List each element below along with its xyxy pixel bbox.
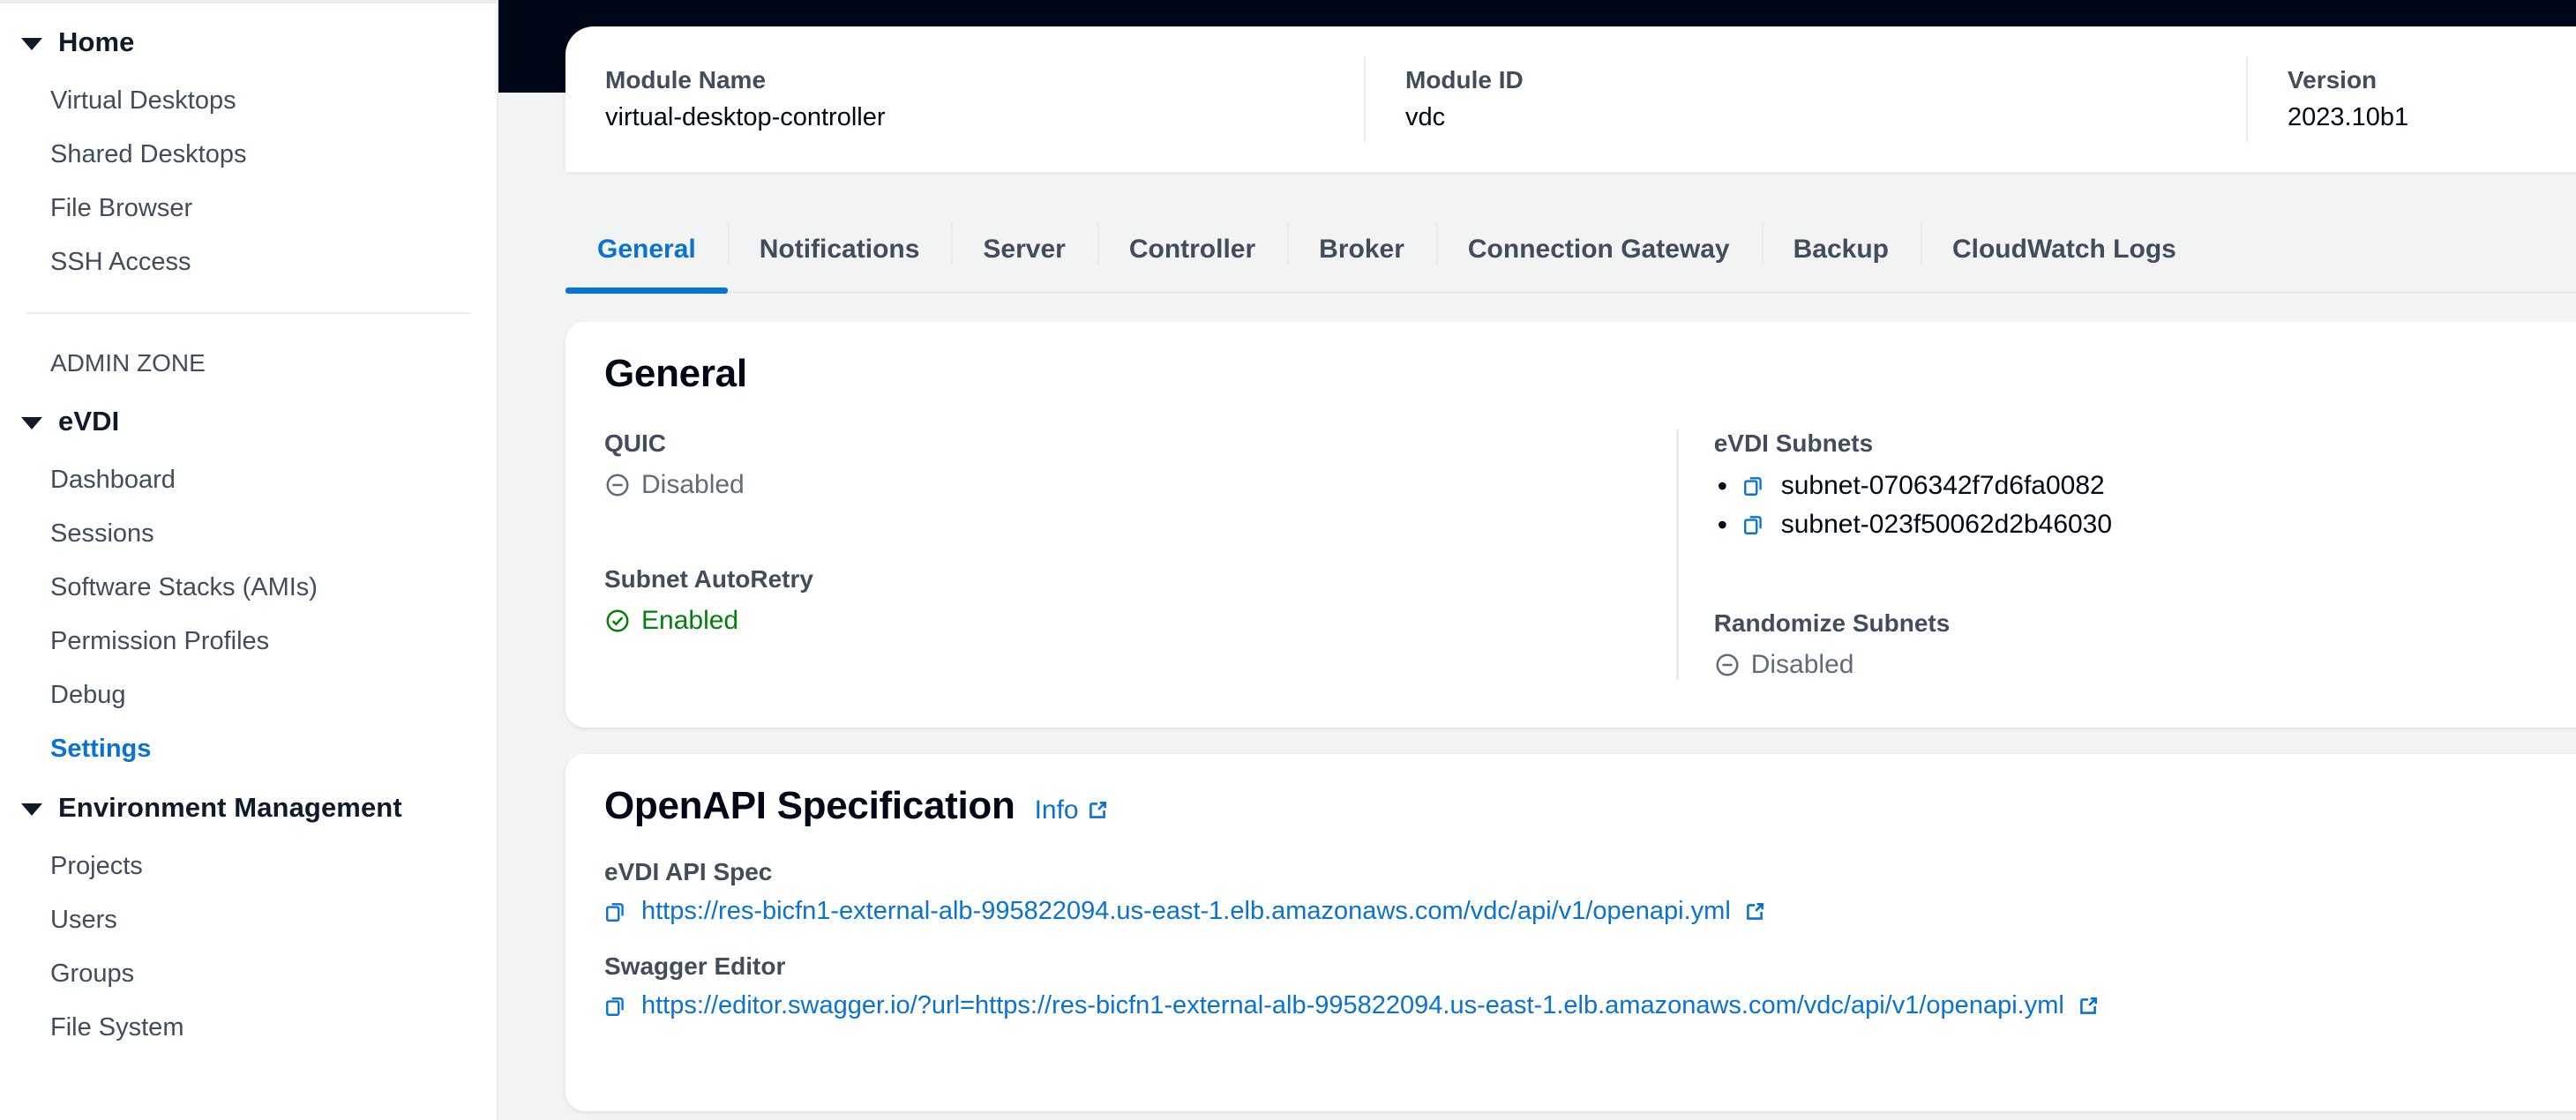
sidebar-top-divider [0, 0, 497, 4]
module-name-value: virtual-desktop-controller [605, 103, 886, 131]
caret-down-icon [21, 803, 42, 816]
sidebar-item-file-browser[interactable]: File Browser [0, 182, 497, 235]
sidebar-item-sessions[interactable]: Sessions [0, 507, 497, 561]
check-circle-icon [604, 608, 631, 634]
evdi-subnets-list: subnet-0706342f7d6fa0082 subnet-023f5006 [1714, 467, 2576, 544]
quic-value-row: Disabled [604, 470, 1676, 500]
openapi-card-title: OpenAPI Specification [604, 784, 1015, 827]
sidebar-item-groups[interactable]: Groups [0, 947, 497, 1001]
quic-status-text: Disabled [641, 470, 745, 499]
evdi-api-spec-link[interactable]: https://res-bicfn1-external-alb-99582209… [641, 897, 1766, 926]
module-name-label: Module Name [605, 66, 767, 93]
sidebar-group-evdi[interactable]: eVDI [0, 390, 497, 453]
sidebar-group-environment-management-label: Environment Management [58, 792, 402, 823]
randomize-subnets-field: Randomize Subnets Disabled [1714, 609, 2576, 680]
version-label: Version [2288, 66, 2378, 93]
sidebar-item-settings[interactable]: Settings [0, 722, 497, 776]
sidebar-item-permission-profiles[interactable]: Permission Profiles [0, 615, 497, 668]
copy-icon[interactable] [1742, 474, 1765, 497]
swagger-editor-link[interactable]: https://editor.swagger.io/?url=https://r… [641, 991, 2100, 1020]
general-card-title: General [604, 352, 747, 395]
copy-icon[interactable] [1742, 513, 1765, 536]
openapi-info-link-label: Info [1034, 795, 1079, 825]
swagger-editor-row: Swagger Editor https://editor.swagger.io… [604, 952, 2576, 1020]
sidebar-item-shared-desktops[interactable]: Shared Desktops [0, 128, 497, 182]
swagger-editor-label: Swagger Editor [604, 952, 786, 980]
version-field: Version 2023.10b1 [2246, 56, 2576, 142]
subnet-autoretry-status-text: Enabled [641, 606, 739, 635]
evdi-api-spec-link-row: https://res-bicfn1-external-alb-99582209… [604, 897, 2576, 926]
sidebar: Home Virtual Desktops Shared Desktops Fi… [0, 0, 498, 1120]
module-id-field: Module ID vdc [1364, 56, 2246, 142]
subnet-id: subnet-0706342f7d6fa0082 [1780, 471, 2105, 500]
randomize-subnets-value-row: Disabled [1714, 650, 2576, 680]
external-link-icon [1086, 799, 1109, 822]
subnet-autoretry-label: Subnet AutoRetry [604, 565, 813, 593]
subnet-autoretry-field: Subnet AutoRetry Enabled [604, 565, 1676, 636]
sidebar-item-dashboard[interactable]: Dashboard [0, 453, 497, 507]
module-id-value: vdc [1405, 103, 1446, 131]
copy-icon[interactable] [604, 995, 627, 1018]
swagger-editor-url: https://editor.swagger.io/?url=https://r… [641, 991, 2064, 1019]
subnet-autoretry-value-row: Enabled [604, 606, 1676, 636]
module-summary-card: Module Name virtual-desktop-controller M… [565, 26, 2576, 172]
module-id-label: Module ID [1405, 66, 1524, 93]
tab-controller[interactable]: Controller [1097, 207, 1287, 291]
external-link-icon [1743, 900, 1766, 923]
randomize-subnets-status-text: Disabled [1750, 650, 1854, 679]
sidebar-group-home[interactable]: Home [0, 11, 497, 74]
evdi-api-spec-label: eVDI API Spec [604, 858, 773, 885]
sidebar-section-admin-zone: ADMIN ZONE [50, 349, 206, 377]
general-settings-card: General QUIC Disabled Subnet AutoRetry E… [565, 322, 2576, 728]
minus-circle-icon [604, 472, 631, 498]
sidebar-group-environment-management[interactable]: Environment Management [0, 776, 497, 840]
evdi-api-spec-row: eVDI API Spec https://res-bicfn1-externa… [604, 858, 2576, 926]
sidebar-item-virtual-desktops[interactable]: Virtual Desktops [0, 74, 497, 128]
general-right-column: eVDI Subnets subnet-0706342f7d6fa0082 [1675, 429, 2576, 680]
tab-backup[interactable]: Backup [1761, 207, 1921, 291]
tab-connection-gateway[interactable]: Connection Gateway [1435, 207, 1762, 291]
subnet-id: subnet-023f50062d2b46030 [1780, 510, 2113, 539]
quic-label: QUIC [604, 429, 666, 457]
tab-cloudwatch-logs[interactable]: CloudWatch Logs [1920, 207, 2208, 291]
settings-tab-bar[interactable]: General Notifications Server Controller … [565, 207, 2576, 294]
tab-notifications[interactable]: Notifications [727, 207, 952, 291]
evdi-api-spec-url: https://res-bicfn1-external-alb-99582209… [641, 897, 1731, 925]
sidebar-item-software-stacks[interactable]: Software Stacks (AMIs) [0, 561, 497, 615]
app-root: Home Virtual Desktops Shared Desktops Fi… [0, 0, 2576, 1120]
sidebar-divider [26, 312, 470, 314]
general-columns: QUIC Disabled Subnet AutoRetry Enabled e… [604, 429, 2576, 680]
openapi-specification-card: OpenAPI Specification Info eVDI API Spec [565, 754, 2576, 1111]
copy-icon[interactable] [604, 900, 627, 923]
evdi-subnets-label: eVDI Subnets [1713, 429, 1874, 457]
quic-field: QUIC Disabled [604, 429, 1676, 500]
general-left-column: QUIC Disabled Subnet AutoRetry Enabled [604, 429, 1676, 680]
sidebar-item-debug[interactable]: Debug [0, 668, 497, 722]
openapi-card-header: OpenAPI Specification Info [604, 784, 2576, 828]
external-link-icon [2077, 995, 2100, 1018]
sidebar-group-home-label: Home [58, 26, 135, 57]
evdi-subnets-field: eVDI Subnets subnet-0706342f7d6fa0082 [1714, 429, 2576, 544]
sidebar-item-ssh-access[interactable]: SSH Access [0, 235, 497, 289]
list-item: subnet-023f50062d2b46030 [1714, 505, 2576, 544]
list-item: subnet-0706342f7d6fa0082 [1714, 467, 2576, 505]
tab-broker[interactable]: Broker [1287, 207, 1436, 291]
main-content: Module Name virtual-desktop-controller M… [498, 0, 2576, 1120]
swagger-editor-link-row: https://editor.swagger.io/?url=https://r… [604, 991, 2576, 1020]
tab-general[interactable]: General [565, 207, 728, 294]
caret-down-icon [21, 417, 42, 429]
sidebar-item-projects[interactable]: Projects [0, 840, 497, 893]
minus-circle-icon [1714, 652, 1741, 678]
openapi-info-link[interactable]: Info [1035, 795, 1109, 825]
module-name-field: Module Name virtual-desktop-controller [565, 56, 1364, 142]
sidebar-group-evdi-label: eVDI [58, 406, 120, 437]
sidebar-item-file-system[interactable]: File System [0, 1001, 497, 1055]
caret-down-icon [21, 38, 42, 50]
randomize-subnets-label: Randomize Subnets [1713, 609, 1951, 637]
sidebar-item-users[interactable]: Users [0, 893, 497, 947]
version-value: 2023.10b1 [2288, 103, 2409, 131]
tab-server[interactable]: Server [951, 207, 1097, 291]
